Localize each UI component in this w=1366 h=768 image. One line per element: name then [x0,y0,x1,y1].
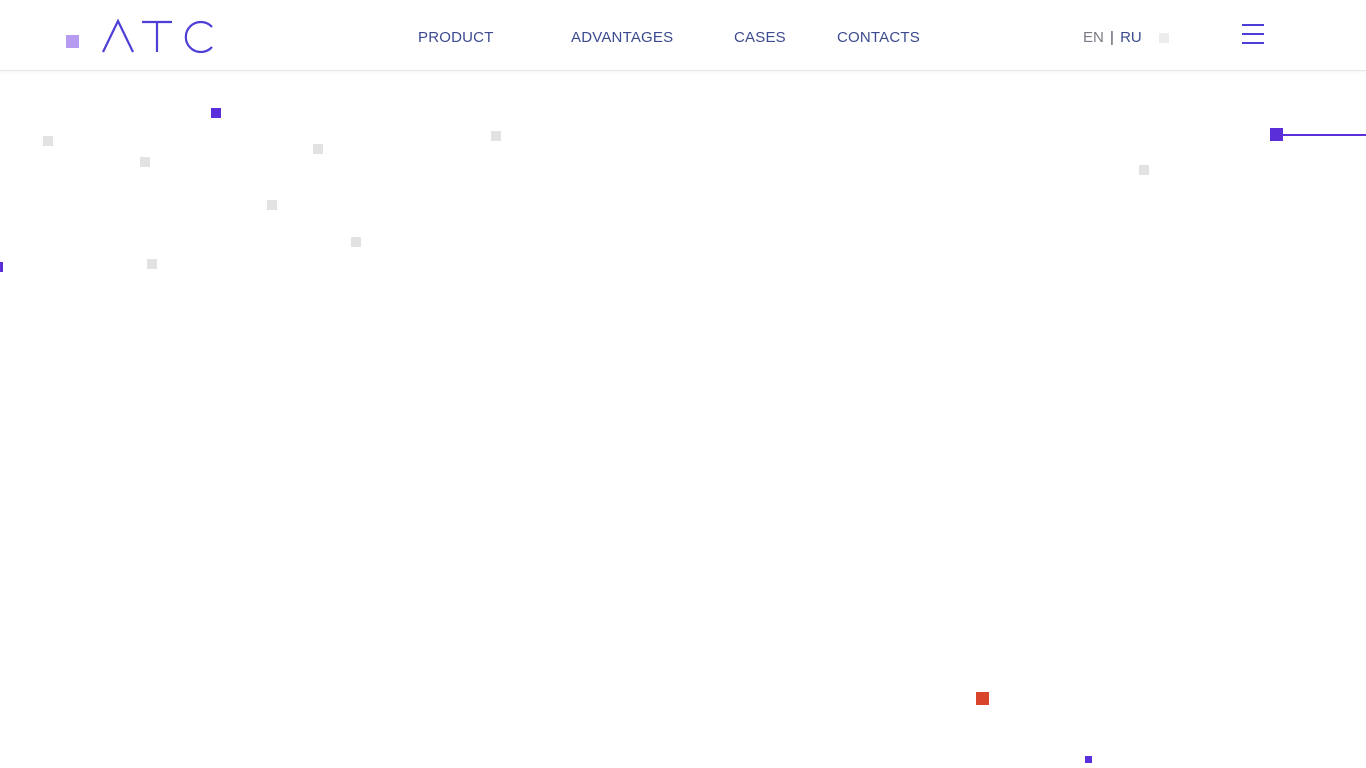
decor-square [351,237,361,247]
decor-square [43,136,53,146]
decor-edge-tick [0,262,3,272]
menu-bar [1242,24,1264,26]
decor-square [1270,128,1283,141]
hamburger-menu-icon[interactable] [1242,23,1264,45]
menu-bar [1242,33,1264,35]
lang-en[interactable]: EN [1083,29,1104,46]
decor-square [140,157,150,167]
lang-separator: | [1110,29,1114,46]
decor-square [147,259,157,269]
decor-square [211,108,221,118]
decor-square [976,692,989,705]
decor-square [267,200,277,210]
decor-square [1139,165,1149,175]
atc-logo[interactable] [64,16,216,56]
language-switcher: EN | RU [1083,29,1142,47]
site-header: PRODUCT ADVANTAGES CASES CONTACTS EN | R… [0,0,1366,71]
lang-ru[interactable]: RU [1120,29,1142,46]
nav-advantages[interactable]: ADVANTAGES [571,29,673,47]
decor-square [1085,756,1092,763]
menu-bar [1242,42,1264,44]
nav-contacts[interactable]: CONTACTS [837,29,920,47]
logo-square-mark [66,35,79,48]
decor-square [313,144,323,154]
page: PRODUCT ADVANTAGES CASES CONTACTS EN | R… [0,0,1366,768]
nav-product[interactable]: PRODUCT [418,29,494,47]
decor-square [491,131,501,141]
decor-line [1283,134,1366,136]
header-decor-square [1159,33,1169,43]
atc-logotype [102,19,213,53]
nav-cases[interactable]: CASES [734,29,786,47]
